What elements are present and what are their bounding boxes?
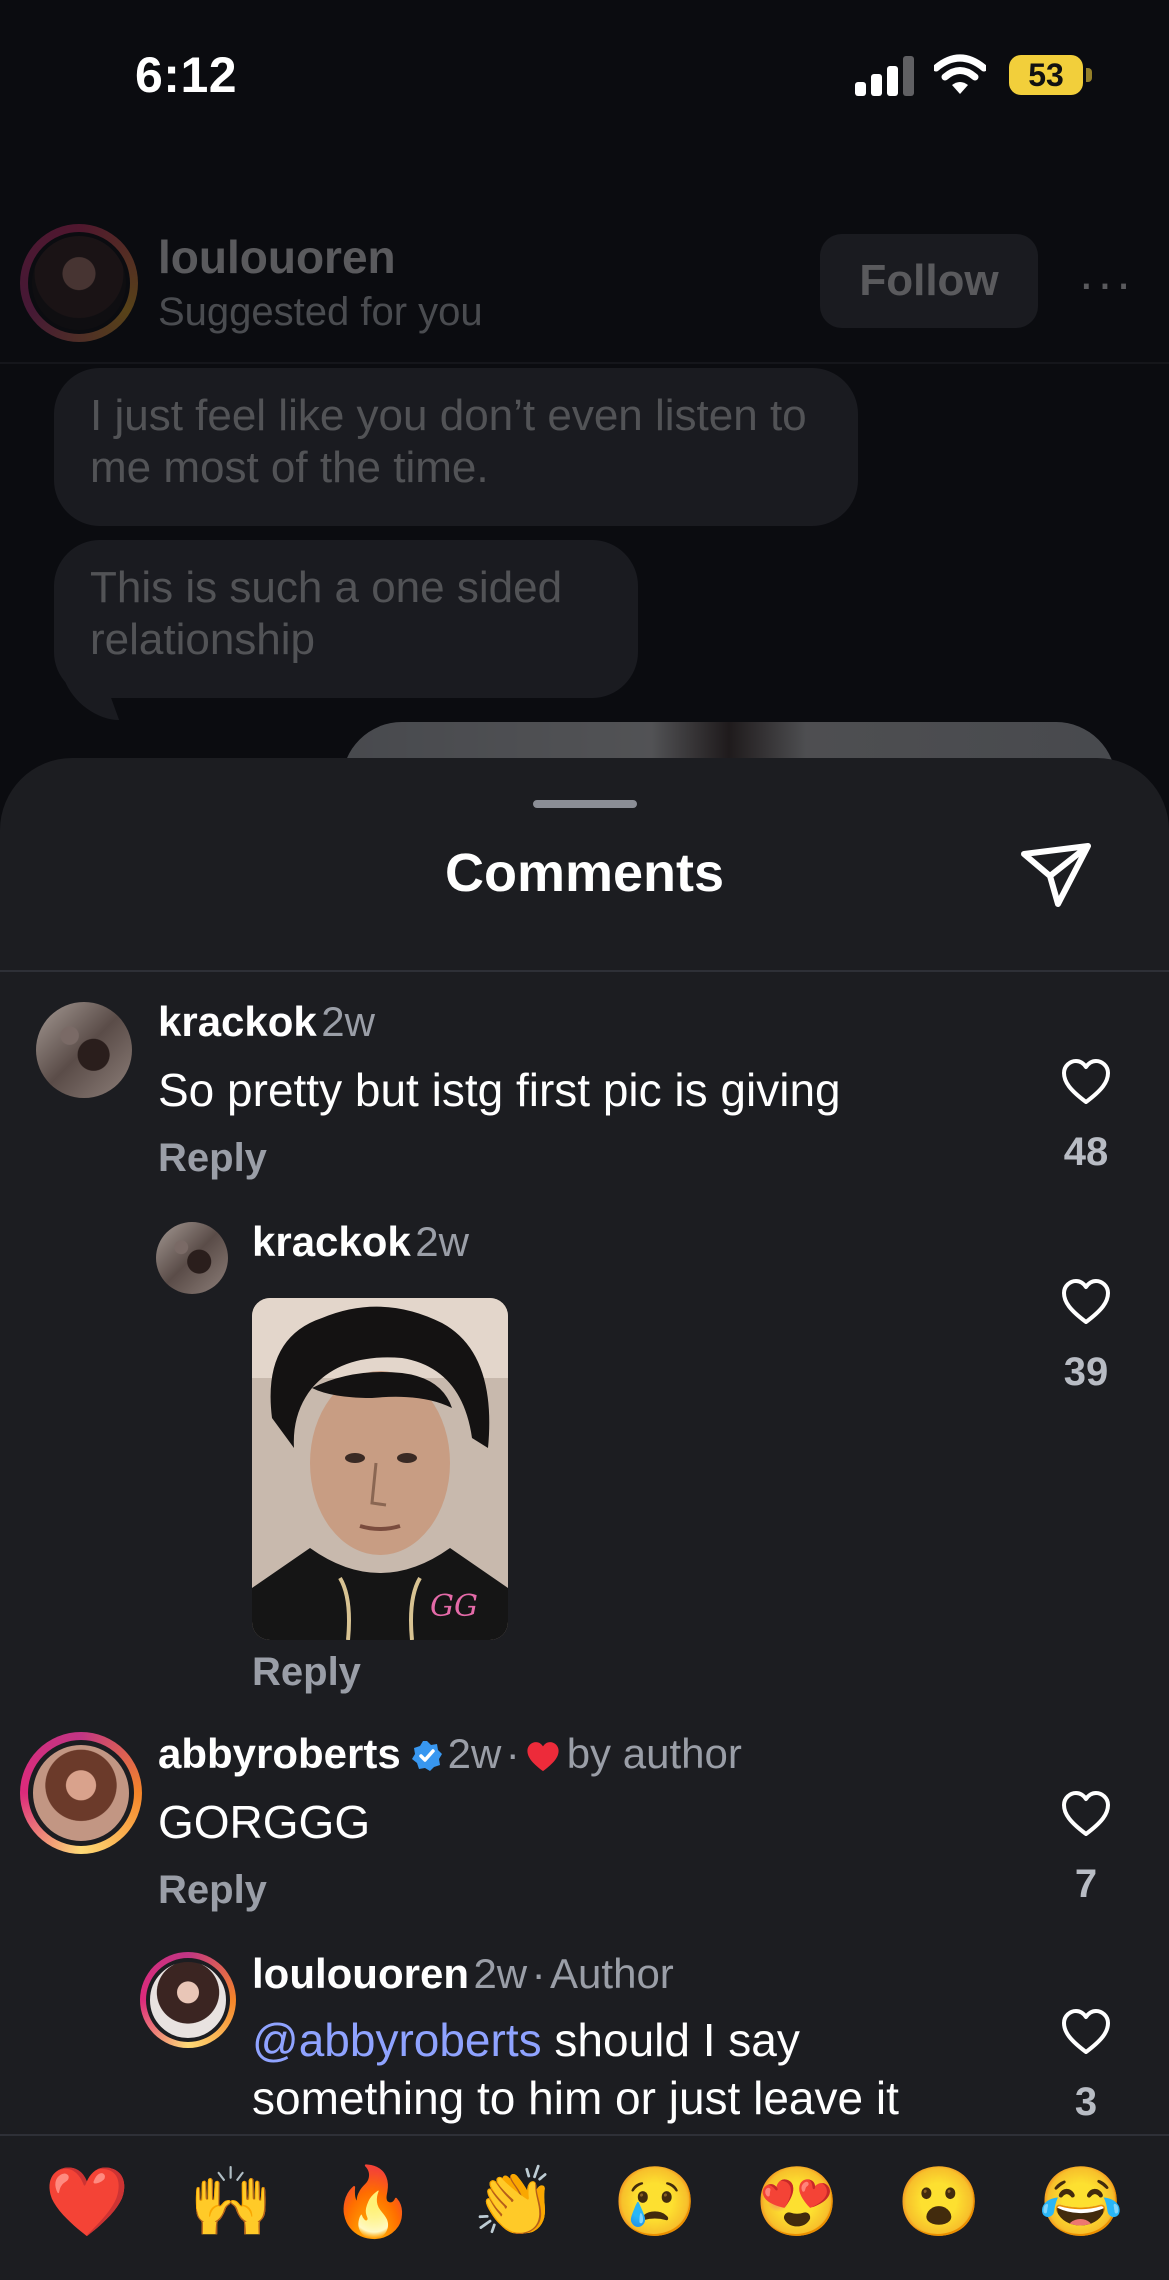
- emoji-surprised[interactable]: 😮: [894, 2162, 984, 2242]
- like-count: 7: [1074, 1862, 1098, 1906]
- heart-outline-icon[interactable]: [1060, 1790, 1112, 1838]
- reply-button[interactable]: Reply: [158, 1868, 267, 1913]
- heart-outline-icon[interactable]: [1060, 1058, 1112, 1106]
- comment-username[interactable]: krackok: [252, 1218, 411, 1265]
- heart-outline-icon[interactable]: [1060, 2008, 1112, 2056]
- meta-separator: ·: [531, 1950, 546, 1997]
- comment-header: krackok 2w: [158, 998, 375, 1046]
- like-count: 48: [1063, 1130, 1109, 1174]
- gif-watermark: GG: [430, 1589, 478, 1624]
- emoji-fire[interactable]: 🔥: [328, 2162, 418, 2242]
- emoji-laughing[interactable]: 😂: [1036, 2162, 1126, 2242]
- emoji-heart[interactable]: ❤️: [42, 2162, 132, 2242]
- battery-tip: [1086, 68, 1092, 82]
- reply-button[interactable]: Reply: [252, 1650, 361, 1695]
- author-badge: Author: [550, 1950, 674, 1997]
- message-bubble: I just feel like you don’t even listen t…: [54, 368, 858, 526]
- comment-username[interactable]: abbyroberts: [158, 1730, 401, 1777]
- sheet-grabber[interactable]: [533, 800, 637, 808]
- post-avatar: [28, 232, 130, 334]
- like-count: 39: [1063, 1350, 1109, 1394]
- verified-badge-icon: [412, 1741, 443, 1771]
- comment-header: krackok 2w: [252, 1218, 469, 1266]
- wifi-icon: [934, 54, 986, 94]
- send-icon[interactable]: [1018, 840, 1094, 910]
- comment-time: 2w: [321, 998, 375, 1045]
- message-bubble: This is such a one sided relationship: [54, 540, 638, 698]
- comment-time: 2w: [473, 1950, 528, 1997]
- emoji-raised-hands[interactable]: 🙌: [186, 2162, 276, 2242]
- battery-icon: 53: [1009, 55, 1083, 95]
- comment-text: So pretty but istg first pic is giving: [158, 1064, 841, 1116]
- more-options-icon: ···: [1078, 255, 1134, 311]
- status-time: 6:12: [135, 47, 238, 103]
- emoji-reaction-bar: [0, 2134, 1169, 2280]
- follow-button: Follow: [820, 234, 1038, 328]
- comment-text-line1: should I say: [541, 2014, 800, 2066]
- avatar[interactable]: [36, 1002, 132, 1098]
- post-username: loulouoren: [158, 231, 396, 283]
- meta-separator: ·: [505, 1730, 520, 1777]
- comment-header: abbyroberts 2w · by author: [158, 1730, 742, 1778]
- comment-time: 2w: [447, 1730, 502, 1777]
- signal-icon: [855, 56, 915, 96]
- post-subtitle: Suggested for you: [158, 290, 483, 334]
- comment-text: GORGGG: [158, 1796, 371, 1848]
- emoji-clap[interactable]: 👏: [470, 2162, 560, 2242]
- comment-text: @abbyroberts should I say: [252, 2012, 800, 2068]
- liked-by-author: by author: [566, 1730, 742, 1777]
- background-post: loulouoren Suggested for you Follow ··· …: [0, 130, 1169, 782]
- heart-outline-icon[interactable]: [1060, 1278, 1112, 1326]
- emoji-crying[interactable]: 😢: [610, 2162, 700, 2242]
- heart-filled-icon: [527, 1742, 559, 1772]
- like-count: 3: [1074, 2080, 1098, 2124]
- avatar[interactable]: [146, 1958, 230, 2042]
- mention-link[interactable]: @abbyroberts: [252, 2014, 542, 2066]
- post-divider: [0, 362, 1169, 364]
- avatar[interactable]: [28, 1740, 134, 1846]
- emoji-heart-eyes[interactable]: 😍: [752, 2162, 842, 2242]
- comment-text-line2: something to him or just leave it: [252, 2072, 899, 2124]
- sheet-divider: [0, 970, 1169, 972]
- comment-time: 2w: [415, 1218, 469, 1265]
- avatar[interactable]: [156, 1222, 228, 1294]
- gif-image[interactable]: GG: [252, 1298, 508, 1640]
- comment-username[interactable]: krackok: [158, 998, 317, 1045]
- comment-header: loulouoren 2w · Author: [252, 1950, 674, 1998]
- reply-button[interactable]: Reply: [158, 1136, 267, 1181]
- comment-username[interactable]: loulouoren: [252, 1950, 469, 1997]
- sheet-title: Comments: [444, 843, 725, 903]
